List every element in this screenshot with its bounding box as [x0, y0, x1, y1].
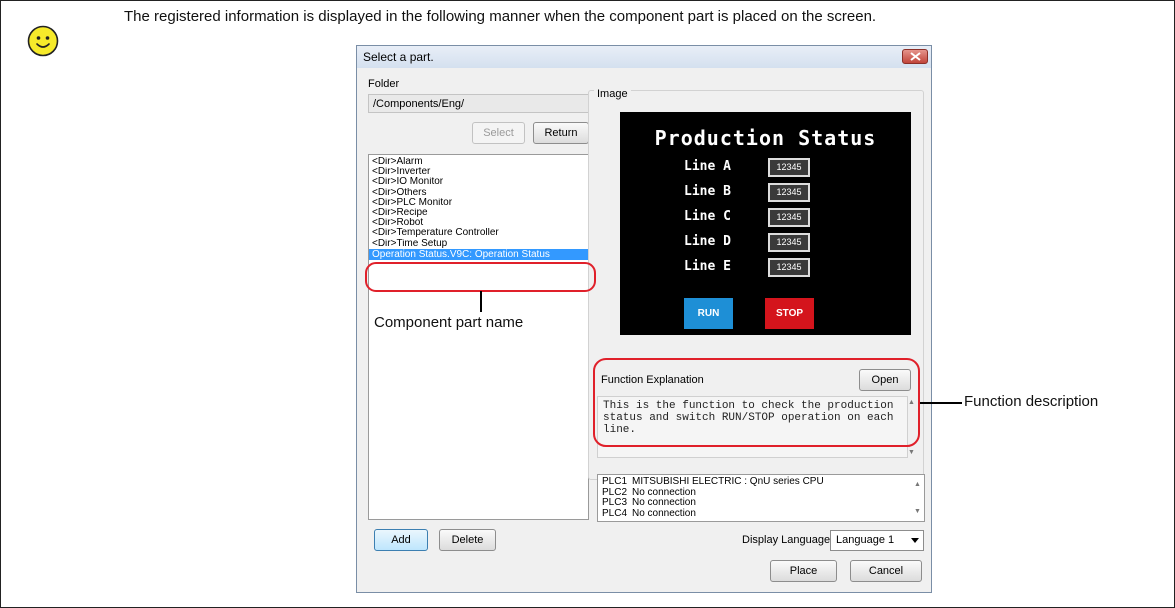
list-item-selected[interactable]: Operation Status.V9C: Operation Status [369, 248, 588, 260]
return-button[interactable]: Return [533, 122, 589, 144]
preview-numeric-display: 12345 [768, 208, 810, 227]
preview-screen: Production Status Line A 12345 Line B 12… [620, 112, 911, 335]
preview-line-label: Line E [684, 259, 731, 274]
image-label: Image [594, 88, 631, 100]
list-item[interactable]: <Dir>Temperature Controller [369, 228, 588, 238]
scroll-down-icon[interactable]: ▼ [908, 449, 915, 456]
display-language-select[interactable]: Language 1 [830, 530, 924, 551]
preview-stop-button: STOP [765, 298, 814, 329]
preview-title: Production Status [654, 126, 877, 150]
parts-list[interactable]: <Dir>Alarm <Dir>Inverter <Dir>IO Monitor… [368, 154, 589, 520]
dialog-titlebar: Select a part. [357, 46, 931, 68]
function-description-callout: Function description [964, 393, 1099, 410]
smiley-icon [27, 25, 59, 57]
preview-line-label: Line B [684, 184, 731, 199]
place-button[interactable]: Place [770, 560, 837, 582]
plc-list[interactable]: PLC1 MITSUBISHI ELECTRIC : QnU series CPU… [597, 474, 925, 522]
preview-line-label: Line A [684, 159, 731, 174]
cancel-button[interactable]: Cancel [850, 560, 922, 582]
list-item[interactable]: <Dir>Robot [369, 218, 588, 228]
close-button[interactable] [902, 49, 928, 64]
preview-numeric-display: 12345 [768, 233, 810, 252]
list-item[interactable]: <Dir>PLC Monitor [369, 198, 588, 208]
list-item[interactable]: <Dir>Others [369, 188, 588, 198]
chevron-down-icon [911, 538, 919, 543]
list-item[interactable]: <Dir>IO Monitor [369, 177, 588, 187]
display-language-label: Display Language [742, 534, 831, 546]
preview-line-label: Line D [684, 234, 731, 249]
function-description-leader-line [920, 402, 962, 404]
preview-numeric-display: 12345 [768, 183, 810, 202]
preview-numeric-display: 12345 [768, 258, 810, 277]
scroll-down-icon[interactable]: ▼ [914, 508, 921, 515]
preview-run-button: RUN [684, 298, 733, 329]
list-item[interactable]: <Dir>Time Setup [369, 239, 588, 249]
select-button[interactable]: Select [472, 122, 525, 144]
list-item[interactable]: <Dir>Recipe [369, 208, 588, 218]
folder-label: Folder [368, 78, 400, 90]
list-item[interactable]: <Dir>Inverter [369, 167, 588, 177]
delete-button[interactable]: Delete [439, 529, 496, 551]
intro-text: The registered information is displayed … [124, 8, 877, 25]
part-name-leader-line [480, 291, 482, 312]
dialog-title: Select a part. [363, 50, 434, 64]
part-name-highlight [365, 262, 596, 292]
preview-line-label: Line C [684, 209, 731, 224]
function-description-highlight [593, 358, 920, 447]
component-part-name-callout: Component part name [374, 314, 524, 331]
folder-path-field: /Components/Eng/ [368, 94, 589, 113]
preview-numeric-display: 12345 [768, 158, 810, 177]
add-button[interactable]: Add [374, 529, 428, 551]
close-icon [910, 52, 921, 61]
scroll-up-icon[interactable]: ▲ [914, 481, 921, 488]
list-item[interactable]: <Dir>Alarm [369, 157, 588, 167]
plc-row: PLC4 No connection [602, 507, 696, 519]
